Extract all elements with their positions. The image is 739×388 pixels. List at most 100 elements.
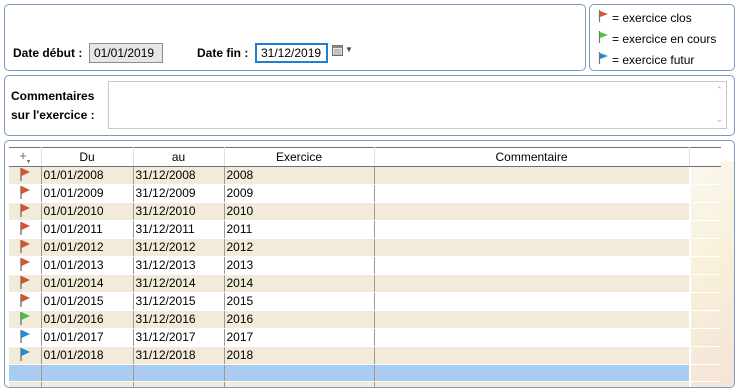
cell-au[interactable]: 31/12/2008: [133, 166, 225, 185]
flag-red-icon: [19, 167, 31, 184]
cell-au[interactable]: 31/12/2013: [133, 256, 225, 275]
cell-exercice[interactable]: 2009: [224, 184, 375, 203]
table-row[interactable]: 01/01/2017 31/12/2017 2017: [9, 328, 721, 347]
cell-au[interactable]: 31/12/2011: [133, 220, 225, 239]
empty-cell[interactable]: [9, 381, 42, 387]
cell-commentaire[interactable]: [374, 256, 689, 275]
status-cell: [9, 238, 42, 257]
cell-du[interactable]: 01/01/2018: [41, 346, 134, 365]
cell-filler: [689, 184, 721, 203]
table-row[interactable]: 01/01/2018 31/12/2018 2018: [9, 346, 721, 365]
column-header-filler: [689, 147, 721, 167]
empty-cell[interactable]: [224, 364, 375, 382]
table-header-row: +▾ Du au Exercice Commentaire: [9, 147, 721, 167]
flag-green-icon: [598, 31, 608, 46]
cell-au[interactable]: 31/12/2015: [133, 292, 225, 311]
table-row[interactable]: 01/01/2009 31/12/2009 2009: [9, 184, 721, 203]
comment-label: Commentaires sur l'exercice :: [11, 87, 95, 125]
cell-exercice[interactable]: 2010: [224, 202, 375, 221]
empty-cell[interactable]: [133, 364, 225, 382]
column-header-du[interactable]: Du: [41, 147, 134, 167]
dates-panel: Date début : 01/01/2019 Date fin : 31/12…: [4, 4, 586, 71]
empty-cell[interactable]: [9, 364, 42, 382]
empty-cell[interactable]: [374, 381, 689, 387]
flag-blue-icon: [19, 347, 31, 364]
empty-cell[interactable]: [374, 364, 689, 382]
table-row-empty[interactable]: [9, 381, 721, 387]
cell-du[interactable]: 01/01/2010: [41, 202, 134, 221]
comment-label-line2: sur l'exercice :: [11, 108, 95, 122]
cell-commentaire[interactable]: [374, 220, 689, 239]
empty-cell[interactable]: [224, 381, 375, 387]
cell-du[interactable]: 01/01/2017: [41, 328, 134, 347]
cell-exercice[interactable]: 2014: [224, 274, 375, 293]
column-header-commentaire[interactable]: Commentaire: [374, 147, 690, 167]
status-cell: [9, 310, 42, 329]
cell-commentaire[interactable]: [374, 274, 689, 293]
cell-du[interactable]: 01/01/2013: [41, 256, 134, 275]
cell-exercice[interactable]: 2016: [224, 310, 375, 329]
add-icon[interactable]: +▾: [19, 148, 30, 166]
date-end-field[interactable]: 31/12/2019: [255, 43, 328, 63]
cell-au[interactable]: 31/12/2017: [133, 328, 225, 347]
table-row[interactable]: 01/01/2011 31/12/2011 2011: [9, 220, 721, 239]
flag-red-icon: [19, 275, 31, 292]
cell-exercice[interactable]: 2012: [224, 238, 375, 257]
cell-exercice[interactable]: 2017: [224, 328, 375, 347]
table-row-selected-new[interactable]: [9, 364, 721, 382]
cell-au[interactable]: 31/12/2014: [133, 274, 225, 293]
cell-commentaire[interactable]: [374, 238, 689, 257]
cell-commentaire[interactable]: [374, 310, 689, 329]
date-start-label: Date début :: [13, 46, 83, 60]
cell-exercice[interactable]: 2015: [224, 292, 375, 311]
scroll-down-icon[interactable]: ⌄: [715, 114, 723, 125]
cell-du[interactable]: 01/01/2014: [41, 274, 134, 293]
cell-au[interactable]: 31/12/2018: [133, 346, 225, 365]
table-row[interactable]: 01/01/2010 31/12/2010 2010: [9, 202, 721, 221]
add-column-button[interactable]: +▾: [9, 147, 42, 167]
cell-commentaire[interactable]: [374, 166, 689, 185]
cell-au[interactable]: 31/12/2016: [133, 310, 225, 329]
table-row[interactable]: 01/01/2012 31/12/2012 2012: [9, 238, 721, 257]
scroll-up-icon[interactable]: ⌃: [715, 85, 723, 96]
cell-commentaire[interactable]: [374, 184, 689, 203]
cell-exercice[interactable]: 2011: [224, 220, 375, 239]
flag-red-icon: [19, 221, 31, 238]
status-cell: [9, 184, 42, 203]
cell-du[interactable]: 01/01/2012: [41, 238, 134, 257]
cell-du[interactable]: 01/01/2016: [41, 310, 134, 329]
cell-exercice[interactable]: 2018: [224, 346, 375, 365]
table-row[interactable]: 01/01/2014 31/12/2014 2014: [9, 274, 721, 293]
chevron-down-icon[interactable]: ▼: [345, 45, 353, 54]
cell-du[interactable]: 01/01/2008: [41, 166, 134, 185]
comment-textarea[interactable]: ⌃ ⌄: [108, 81, 727, 129]
cell-du[interactable]: 01/01/2015: [41, 292, 134, 311]
table-row[interactable]: 01/01/2016 31/12/2016 2016: [9, 310, 721, 329]
cell-au[interactable]: 31/12/2009: [133, 184, 225, 203]
cell-du[interactable]: 01/01/2009: [41, 184, 134, 203]
cell-filler: [689, 292, 721, 311]
column-header-au[interactable]: au: [133, 147, 225, 167]
flag-blue-icon: [598, 52, 608, 67]
table-row[interactable]: 01/01/2008 31/12/2008 2008: [9, 166, 721, 185]
empty-cell[interactable]: [133, 381, 225, 387]
cell-au[interactable]: 31/12/2012: [133, 238, 225, 257]
empty-cell[interactable]: [41, 364, 134, 382]
table-row[interactable]: 01/01/2015 31/12/2015 2015: [9, 292, 721, 311]
calendar-icon[interactable]: [332, 45, 343, 56]
cell-commentaire[interactable]: [374, 292, 689, 311]
cell-du[interactable]: 01/01/2011: [41, 220, 134, 239]
empty-cell[interactable]: [41, 381, 134, 387]
column-header-exercice[interactable]: Exercice: [224, 147, 375, 167]
date-start-field[interactable]: 01/01/2019: [89, 43, 163, 63]
status-cell: [9, 346, 42, 365]
flag-red-icon: [19, 257, 31, 274]
cell-exercice[interactable]: 2008: [224, 166, 375, 185]
cell-commentaire[interactable]: [374, 202, 689, 221]
cell-exercice[interactable]: 2013: [224, 256, 375, 275]
exercise-table: +▾ Du au Exercice Commentaire 01/01/2008…: [9, 147, 721, 387]
cell-au[interactable]: 31/12/2010: [133, 202, 225, 221]
table-row[interactable]: 01/01/2013 31/12/2013 2013: [9, 256, 721, 275]
cell-commentaire[interactable]: [374, 346, 689, 365]
cell-commentaire[interactable]: [374, 328, 689, 347]
